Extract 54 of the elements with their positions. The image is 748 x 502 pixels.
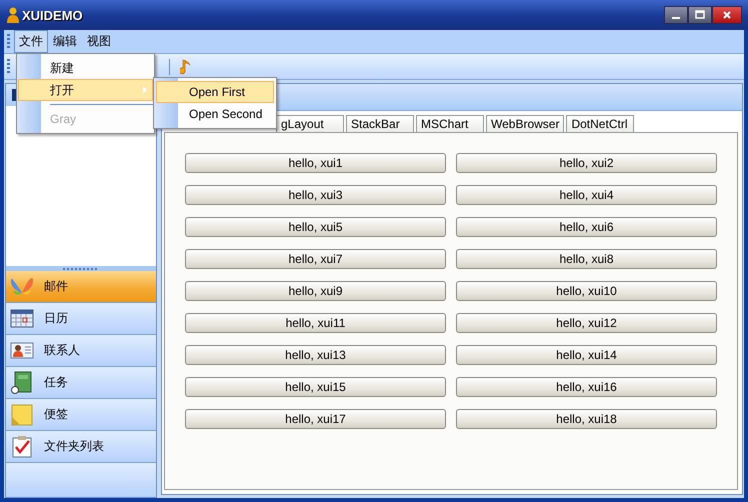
minimize-button[interactable] bbox=[664, 6, 688, 24]
checklist-icon bbox=[10, 434, 34, 458]
hello-button[interactable]: hello, xui16 bbox=[456, 377, 717, 397]
hello-button[interactable]: hello, xui14 bbox=[456, 345, 717, 365]
menu-item[interactable]: 新建 bbox=[18, 57, 153, 79]
window-title: XUIDEMO bbox=[22, 8, 83, 22]
header-marker-icon bbox=[12, 89, 16, 101]
menu-item[interactable]: 视图 bbox=[82, 30, 116, 53]
grip-handle[interactable] bbox=[7, 34, 10, 49]
sticky-note-icon bbox=[10, 402, 34, 426]
hello-button[interactable]: hello, xui9 bbox=[185, 281, 446, 301]
navigation-item[interactable]: 邮件 bbox=[6, 271, 156, 303]
book-icon bbox=[10, 370, 34, 394]
navigation-item[interactable]: 任务 bbox=[6, 367, 156, 399]
hello-button[interactable]: hello, xui12 bbox=[456, 313, 717, 333]
navigation-item[interactable]: 便签 bbox=[6, 399, 156, 431]
hello-button[interactable]: hello, xui17 bbox=[185, 409, 446, 429]
tab[interactable]: MSChart bbox=[416, 115, 484, 132]
menu-item[interactable]: 打开 bbox=[18, 79, 153, 101]
navigation-item[interactable]: 联系人 bbox=[6, 335, 156, 367]
close-button[interactable] bbox=[712, 6, 742, 24]
maximize-button[interactable] bbox=[688, 6, 712, 24]
tab[interactable]: WebBrowser bbox=[486, 115, 564, 132]
tab[interactable]: StackBar bbox=[346, 115, 414, 132]
person-icon bbox=[6, 7, 20, 23]
navigation-item[interactable]: 文件夹列表 bbox=[6, 431, 156, 463]
hello-button[interactable]: hello, xui11 bbox=[185, 313, 446, 333]
splitter-handle[interactable] bbox=[6, 266, 156, 271]
calendar-icon bbox=[10, 306, 34, 330]
menu-item[interactable]: 文件 bbox=[14, 30, 48, 53]
hello-button[interactable]: hello, xui10 bbox=[456, 281, 717, 301]
hello-button[interactable]: hello, xui18 bbox=[456, 409, 717, 429]
minimize-icon bbox=[672, 17, 680, 19]
menu-item[interactable]: Open First bbox=[156, 81, 274, 103]
close-icon bbox=[722, 10, 732, 20]
music-note-icon[interactable] bbox=[180, 58, 192, 74]
submenu-arrow-icon bbox=[143, 86, 147, 94]
hello-button[interactable]: hello, xui13 bbox=[185, 345, 446, 365]
menu-item[interactable]: 编辑 bbox=[48, 30, 82, 53]
hello-button[interactable]: hello, xui1 bbox=[185, 153, 446, 173]
hello-button[interactable]: hello, xui3 bbox=[185, 185, 446, 205]
hello-button[interactable]: hello, xui7 bbox=[185, 249, 446, 269]
tab[interactable]: DotNetCtrl bbox=[566, 115, 634, 132]
maximize-icon bbox=[695, 10, 705, 20]
hello-button[interactable]: hello, xui8 bbox=[456, 249, 717, 269]
hello-button[interactable]: hello, xui5 bbox=[185, 217, 446, 237]
hello-button[interactable]: hello, xui4 bbox=[456, 185, 717, 205]
hello-button[interactable]: hello, xui2 bbox=[456, 153, 717, 173]
navigation-item[interactable]: 日历 bbox=[6, 303, 156, 335]
tab[interactable]: gLayout bbox=[276, 115, 344, 132]
hello-button[interactable]: hello, xui15 bbox=[185, 377, 446, 397]
menu-item[interactable]: Open Second bbox=[156, 103, 274, 125]
grip-handle[interactable] bbox=[7, 59, 10, 74]
hello-button[interactable]: hello, xui6 bbox=[456, 217, 717, 237]
